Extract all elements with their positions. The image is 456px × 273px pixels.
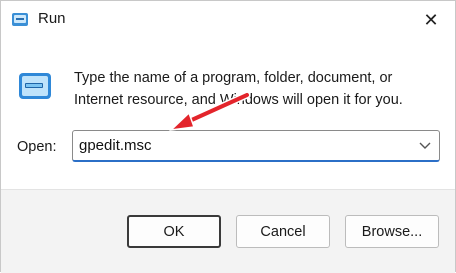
open-combobox[interactable] bbox=[72, 130, 440, 162]
close-button[interactable]: ✕ bbox=[419, 9, 443, 31]
title-bar[interactable]: Run ✕ bbox=[1, 1, 455, 39]
open-label: Open: bbox=[17, 139, 57, 155]
ok-button[interactable]: OK bbox=[127, 215, 221, 248]
cancel-button[interactable]: Cancel bbox=[236, 215, 330, 248]
close-icon: ✕ bbox=[423, 9, 439, 30]
run-dialog: Run ✕ Type the name of a program, folder… bbox=[0, 0, 456, 273]
button-bar: OK Cancel Browse... bbox=[1, 189, 455, 273]
dialog-description: Type the name of a program, folder, docu… bbox=[74, 70, 403, 108]
browse-button[interactable]: Browse... bbox=[345, 215, 439, 248]
window-title: Run bbox=[38, 10, 66, 27]
run-program-icon bbox=[19, 73, 51, 99]
run-app-icon bbox=[12, 13, 28, 26]
open-input[interactable] bbox=[73, 131, 409, 160]
dialog-body: Type the name of a program, folder, docu… bbox=[1, 39, 455, 189]
chevron-down-icon[interactable] bbox=[417, 137, 433, 153]
